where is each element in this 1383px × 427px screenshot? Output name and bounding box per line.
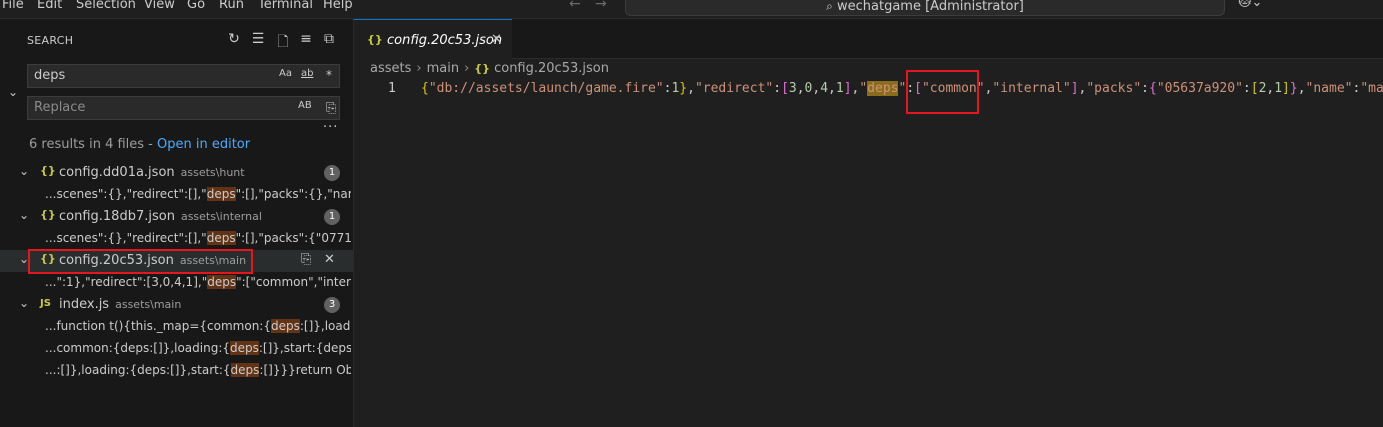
result-match-row[interactable]: ...scenes":{},"redirect":[],"deps":[],"p… (0, 184, 353, 206)
result-count-badge: 3 (324, 297, 340, 313)
match-highlight: deps (206, 187, 236, 201)
js-file-icon: JS (40, 298, 51, 309)
match-text-before: ...function t(){this._map={common:{ (45, 319, 271, 333)
copilot-icon[interactable]: 🐱⌄ (1238, 0, 1262, 10)
match-case-icon[interactable]: Aa (279, 68, 292, 79)
result-count-badge: 1 (324, 209, 340, 225)
match-highlight: deps (270, 319, 300, 333)
json-braces-icon: {} (40, 164, 56, 177)
breadcrumb-item[interactable]: main (427, 61, 459, 76)
results-summary: 6 results in 4 files - Open in editor (29, 137, 250, 152)
chevron-right-icon: › (416, 61, 422, 76)
match-text-after: ":["common","internal"... (236, 275, 351, 289)
result-match-row[interactable]: ...scenes":{},"redirect":[],"deps":[],"p… (0, 228, 353, 250)
match-text-before: ...scenes":{},"redirect":[]," (45, 231, 207, 245)
search-sidebar: SEARCH ↻ ☰ 🗋 ≡ ⧉ ⌄ deps Aa ab * Replace … (0, 19, 354, 427)
result-file-path: assets\main (115, 298, 182, 311)
more-actions-icon[interactable]: ··· (323, 120, 338, 135)
result-file-name: config.18db7.json (59, 209, 175, 224)
search-input-value: deps (34, 68, 66, 83)
match-text-after: :[]},start:{deps:[]}}}r... (258, 341, 351, 355)
highlight-box (28, 249, 253, 274)
menu-view[interactable]: View (144, 0, 175, 12)
match-text-before: ...:[]},loading:{deps:[]},start:{ (45, 363, 231, 377)
chevron-right-icon: › (464, 61, 470, 76)
replace-all-icon[interactable]: ⎘ (326, 101, 336, 116)
json-braces-icon: {} (367, 33, 383, 46)
result-file-path: assets\hunt (180, 166, 245, 179)
line-number: 1 (388, 81, 396, 96)
sidebar-title: SEARCH (27, 34, 74, 47)
breadcrumb-item[interactable]: assets (370, 61, 411, 76)
menu-go[interactable]: Go (187, 0, 205, 12)
menu-file[interactable]: File (2, 0, 24, 12)
breadcrumb: assets › main › {} config.20c53.json (370, 61, 609, 76)
match-text-after: :[]},loading:{... (299, 319, 351, 333)
view-as-tree-icon[interactable]: ≡ (298, 31, 314, 47)
new-search-editor-icon[interactable]: 🗋 (275, 31, 291, 55)
match-text-after: :[]}}}return Object.de... (259, 363, 351, 377)
highlight-box (906, 70, 979, 114)
result-file-row[interactable]: ⌄ {} config.18db7.json assets\internal 1 (0, 206, 353, 228)
search-icon: ⌕ (826, 0, 833, 13)
menu-run[interactable]: Run (219, 0, 244, 12)
clear-results-icon[interactable]: ☰ (250, 31, 266, 47)
tab-config-20c53[interactable]: {} config.20c53.json ✕ (354, 19, 512, 59)
chevron-down-icon[interactable]: ⌄ (19, 208, 29, 222)
replace-input[interactable]: Replace AB (27, 96, 340, 120)
match-whole-word-icon[interactable]: ab (301, 68, 313, 79)
match-text-after: ":[],"packs":{},"name":"h... (235, 187, 351, 201)
match-text-before: ...":1},"redirect":[3,0,4,1]," (45, 275, 208, 289)
json-braces-icon: {} (474, 62, 490, 75)
result-file-row[interactable]: ⌄ {} config.dd01a.json assets\hunt 1 (0, 162, 353, 184)
toggle-replace-chevron-icon[interactable]: ⌄ (8, 85, 18, 99)
replace-placeholder: Replace (34, 100, 86, 115)
result-file-name: config.dd01a.json (59, 165, 175, 180)
results-count: 6 results in 4 files - (29, 137, 158, 152)
result-match-row[interactable]: ...common:{deps:[]},loading:{deps:[]},st… (0, 338, 353, 360)
result-count-badge: 1 (324, 165, 340, 181)
dismiss-icon[interactable]: ✕ (324, 252, 335, 267)
result-file-name: index.js (59, 297, 110, 312)
match-highlight: deps (207, 275, 237, 289)
result-match-row[interactable]: ...":1},"redirect":[3,0,4,1],"deps":["co… (0, 272, 353, 294)
title-bar: File Edit Selection View Go Run Terminal… (0, 0, 1383, 19)
use-regex-icon[interactable]: * (326, 68, 332, 82)
match-text-after: ":[],"packs":{"0771a325... (235, 231, 351, 245)
match-text-before: ...scenes":{},"redirect":[]," (45, 187, 207, 201)
replace-all-in-file-icon[interactable]: ⎘ (301, 252, 311, 267)
menu-selection[interactable]: Selection (76, 0, 136, 12)
match-highlight: deps (230, 363, 260, 377)
tab-label: config.20c53.json (387, 33, 503, 48)
match-highlight: deps (206, 231, 236, 245)
collapse-all-icon[interactable]: ⧉ (321, 31, 337, 47)
match-highlight: deps (230, 341, 259, 355)
open-in-editor-link[interactable]: Open in editor (157, 137, 250, 152)
search-input[interactable]: deps Aa ab * (27, 64, 340, 88)
result-file-row[interactable]: ⌄ JS index.js assets\main 3 (0, 294, 353, 316)
result-match-row[interactable]: ...:[]},loading:{deps:[]},start:{deps:[]… (0, 360, 353, 382)
menu-edit[interactable]: Edit (37, 0, 62, 12)
chevron-down-icon[interactable]: ⌄ (19, 296, 29, 310)
chevron-down-icon[interactable]: ⌄ (19, 164, 29, 178)
result-file-path: assets\internal (180, 210, 262, 223)
menu-terminal[interactable]: Terminal (258, 0, 313, 12)
preserve-case-icon[interactable]: AB (298, 100, 312, 111)
back-arrow-icon[interactable]: ← (569, 0, 581, 12)
match-text-before: ...common:{deps:[]},loading:{ (45, 341, 230, 355)
result-match-row[interactable]: ...function t(){this._map={common:{deps:… (0, 316, 353, 338)
breadcrumb-item[interactable]: config.20c53.json (494, 61, 609, 76)
command-center-label: wechatgame [Administrator] (837, 0, 1024, 14)
close-icon[interactable]: ✕ (491, 32, 502, 47)
forward-arrow-icon[interactable]: → (595, 0, 607, 12)
refresh-icon[interactable]: ↻ (226, 31, 242, 47)
menu-help[interactable]: Help (323, 0, 353, 12)
code-line[interactable]: {"db://assets/launch/game.fire":1},"redi… (421, 81, 1383, 96)
command-center[interactable]: ⌕ wechatgame [Administrator] (625, 0, 1225, 16)
json-braces-icon: {} (40, 208, 56, 221)
editor-tab-bar: {} config.20c53.json ✕ (354, 19, 1383, 59)
